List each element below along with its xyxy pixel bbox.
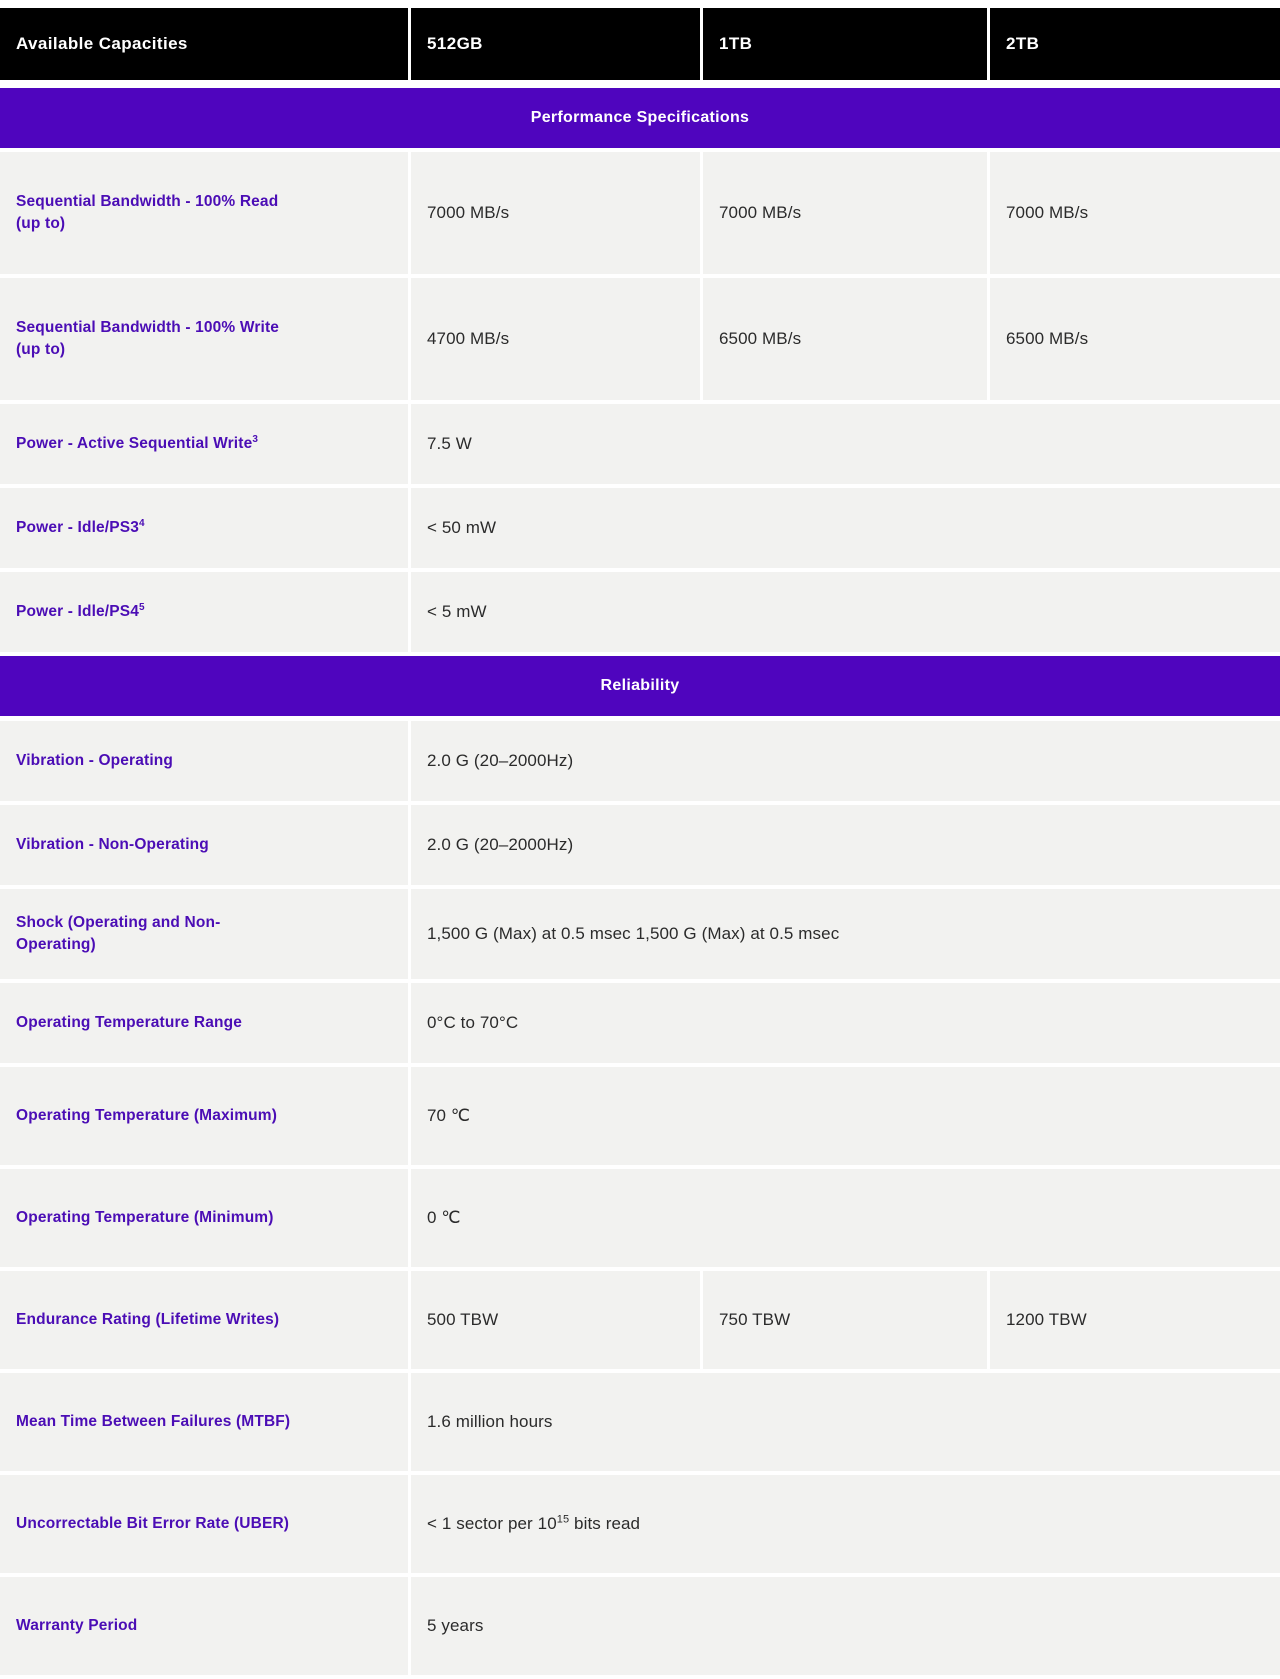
table-row: Operating Temperature Range 0°C to 70°C [0, 983, 1280, 1067]
row-label-text: Power - Idle/PS4 [16, 602, 139, 620]
table-row: Endurance Rating (Lifetime Writes) 500 T… [0, 1271, 1280, 1373]
row-label-operating-temp-range: Operating Temperature Range [0, 983, 411, 1067]
table-row: Vibration - Operating 2.0 G (20–2000Hz) [0, 721, 1280, 805]
row-value-all: 5 years [411, 1577, 1280, 1679]
uber-value-prefix: < 1 sector per 10 [427, 1514, 557, 1534]
section-header-performance: Performance Specifications [0, 88, 1280, 152]
row-value-2tb: 7000 MB/s [990, 152, 1280, 278]
table-row: Mean Time Between Failures (MTBF) 1.6 mi… [0, 1373, 1280, 1475]
table-row: Vibration - Non-Operating 2.0 G (20–2000… [0, 805, 1280, 889]
table-row: Uncorrectable Bit Error Rate (UBER) < 1 … [0, 1475, 1280, 1577]
row-label-operating-temp-min: Operating Temperature (Minimum) [0, 1169, 411, 1271]
row-label-warranty-period: Warranty Period [0, 1577, 411, 1679]
row-label-shock: Shock (Operating and Non- Operating) [0, 889, 411, 983]
table-row: Shock (Operating and Non- Operating) 1,5… [0, 889, 1280, 983]
table-row: Sequential Bandwidth - 100% Read (up to)… [0, 152, 1280, 278]
row-label-endurance-rating: Endurance Rating (Lifetime Writes) [0, 1271, 411, 1373]
row-value-all: 70 ℃ [411, 1067, 1280, 1169]
table-row: Sequential Bandwidth - 100% Write (up to… [0, 278, 1280, 404]
row-value-all: 0°C to 70°C [411, 983, 1280, 1067]
uber-value-suffix: bits read [569, 1514, 641, 1534]
row-value-all: 1.6 million hours [411, 1373, 1280, 1475]
specifications-table: Available Capacities 512GB 1TB 2TB Perfo… [0, 0, 1280, 1679]
section-title-performance: Performance Specifications [0, 88, 1280, 152]
row-value-2tb: 6500 MB/s [990, 278, 1280, 404]
row-value-512gb: 7000 MB/s [411, 152, 703, 278]
row-label-line2: Operating) [16, 936, 96, 953]
row-label-line2: (up to) [16, 215, 66, 232]
table-header-row: Available Capacities 512GB 1TB 2TB [0, 0, 1280, 88]
row-value-1tb: 750 TBW [703, 1271, 990, 1373]
row-value-1tb: 6500 MB/s [703, 278, 990, 404]
row-label-seq-write: Sequential Bandwidth - 100% Write (up to… [0, 278, 411, 404]
row-value-512gb: 500 TBW [411, 1271, 703, 1373]
row-label-line1: Shock (Operating and Non- [16, 913, 221, 931]
footnote-marker: 3 [252, 433, 259, 445]
row-label-seq-read: Sequential Bandwidth - 100% Read (up to) [0, 152, 411, 278]
footnote-marker: 5 [139, 601, 145, 613]
row-label-line1: Sequential Bandwidth - 100% Write [16, 318, 280, 336]
row-value-all: 2.0 G (20–2000Hz) [411, 805, 1280, 889]
row-value-all: < 50 mW [411, 488, 1280, 572]
row-label-vibration-non-operating: Vibration - Non-Operating [0, 805, 411, 889]
row-value-all: 7.5 W [411, 404, 1280, 488]
row-label-power-active-write: Power - Active Sequential Write3 [0, 404, 411, 488]
row-value-all: < 1 sector per 1015 bits read [411, 1475, 1280, 1577]
row-label-line2: (up to) [16, 341, 66, 358]
table-row: Operating Temperature (Maximum) 70 ℃ [0, 1067, 1280, 1169]
row-value-all: 1,500 G (Max) at 0.5 msec 1,500 G (Max) … [411, 889, 1280, 983]
row-value-all: 0 ℃ [411, 1169, 1280, 1271]
row-label-power-idle-ps4: Power - Idle/PS45 [0, 572, 411, 656]
row-label-mtbf: Mean Time Between Failures (MTBF) [0, 1373, 411, 1475]
row-value-1tb: 7000 MB/s [703, 152, 990, 278]
row-label-operating-temp-max: Operating Temperature (Maximum) [0, 1067, 411, 1169]
row-value-all: 2.0 G (20–2000Hz) [411, 721, 1280, 805]
section-title-reliability: Reliability [0, 656, 1280, 721]
row-label-line1: Sequential Bandwidth - 100% Read [16, 192, 279, 210]
row-value-all: < 5 mW [411, 572, 1280, 656]
row-value-2tb: 1200 TBW [990, 1271, 1280, 1373]
row-value-512gb: 4700 MB/s [411, 278, 703, 404]
header-capacities-label: Available Capacities [0, 0, 411, 88]
row-label-power-idle-ps3: Power - Idle/PS34 [0, 488, 411, 572]
table-row: Power - Active Sequential Write3 7.5 W [0, 404, 1280, 488]
table-row: Power - Idle/PS34 < 50 mW [0, 488, 1280, 572]
uber-value-exponent: 15 [556, 1513, 570, 1526]
row-label-uber: Uncorrectable Bit Error Rate (UBER) [0, 1475, 411, 1577]
table-row: Warranty Period 5 years [0, 1577, 1280, 1679]
header-capacity-1tb: 1TB [703, 0, 990, 88]
table-row: Power - Idle/PS45 < 5 mW [0, 572, 1280, 656]
header-capacity-512gb: 512GB [411, 0, 703, 88]
section-header-reliability: Reliability [0, 656, 1280, 721]
row-label-text: Power - Idle/PS3 [16, 518, 139, 536]
footnote-marker: 4 [139, 517, 145, 529]
row-label-text: Power - Active Sequential Write [16, 434, 253, 452]
row-label-vibration-operating: Vibration - Operating [0, 721, 411, 805]
header-capacity-2tb: 2TB [990, 0, 1280, 88]
table-row: Operating Temperature (Minimum) 0 ℃ [0, 1169, 1280, 1271]
